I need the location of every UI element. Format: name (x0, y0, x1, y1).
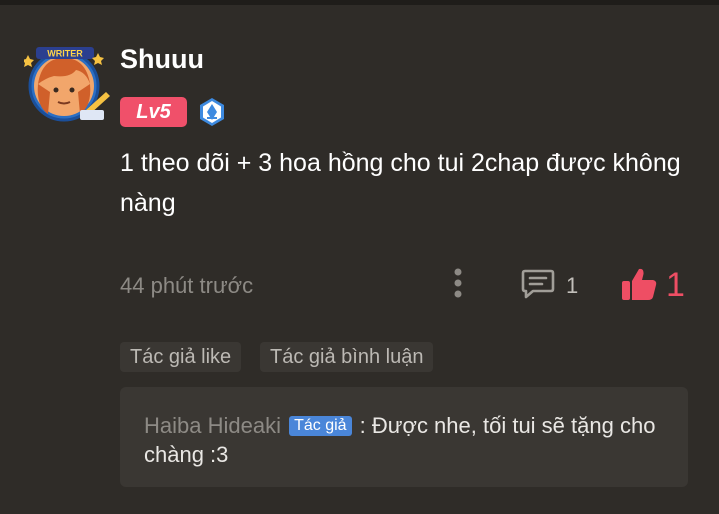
reply-line: Haiba Hideaki Tác giả : Được nhe, tối tu… (144, 411, 676, 469)
like-count: 1 (666, 266, 685, 304)
tag-author-reply[interactable]: Tác giả bình luận (260, 342, 434, 372)
comment-icon (521, 269, 555, 299)
reply-button[interactable]: 1 (520, 266, 590, 302)
top-divider (0, 0, 719, 5)
reply-box: Haiba Hideaki Tác giả : Được nhe, tối tu… (120, 387, 688, 487)
level-badge: Lv5 (120, 97, 187, 127)
timestamp: 44 phút trước (120, 273, 254, 298)
rank-icon (200, 98, 224, 126)
like-button[interactable]: 1 (620, 262, 700, 306)
tag-author-like[interactable]: Tác giả like (120, 342, 242, 372)
thumbs-up-icon (622, 268, 657, 300)
reply-count: 1 (566, 273, 579, 298)
reply-separator: : (353, 413, 372, 438)
avatar-badge-text: WRITER (47, 49, 83, 59)
more-vertical-icon[interactable] (448, 266, 468, 300)
reply-author[interactable]: Haiba Hideaki (144, 413, 281, 438)
comment-text: 1 theo dõi + 3 hoa hồng cho tui 2chap đư… (120, 149, 681, 217)
username[interactable]: Shuuu (120, 44, 204, 75)
avatar[interactable]: WRITER (24, 44, 112, 124)
author-badge: Tác giả (289, 416, 352, 436)
